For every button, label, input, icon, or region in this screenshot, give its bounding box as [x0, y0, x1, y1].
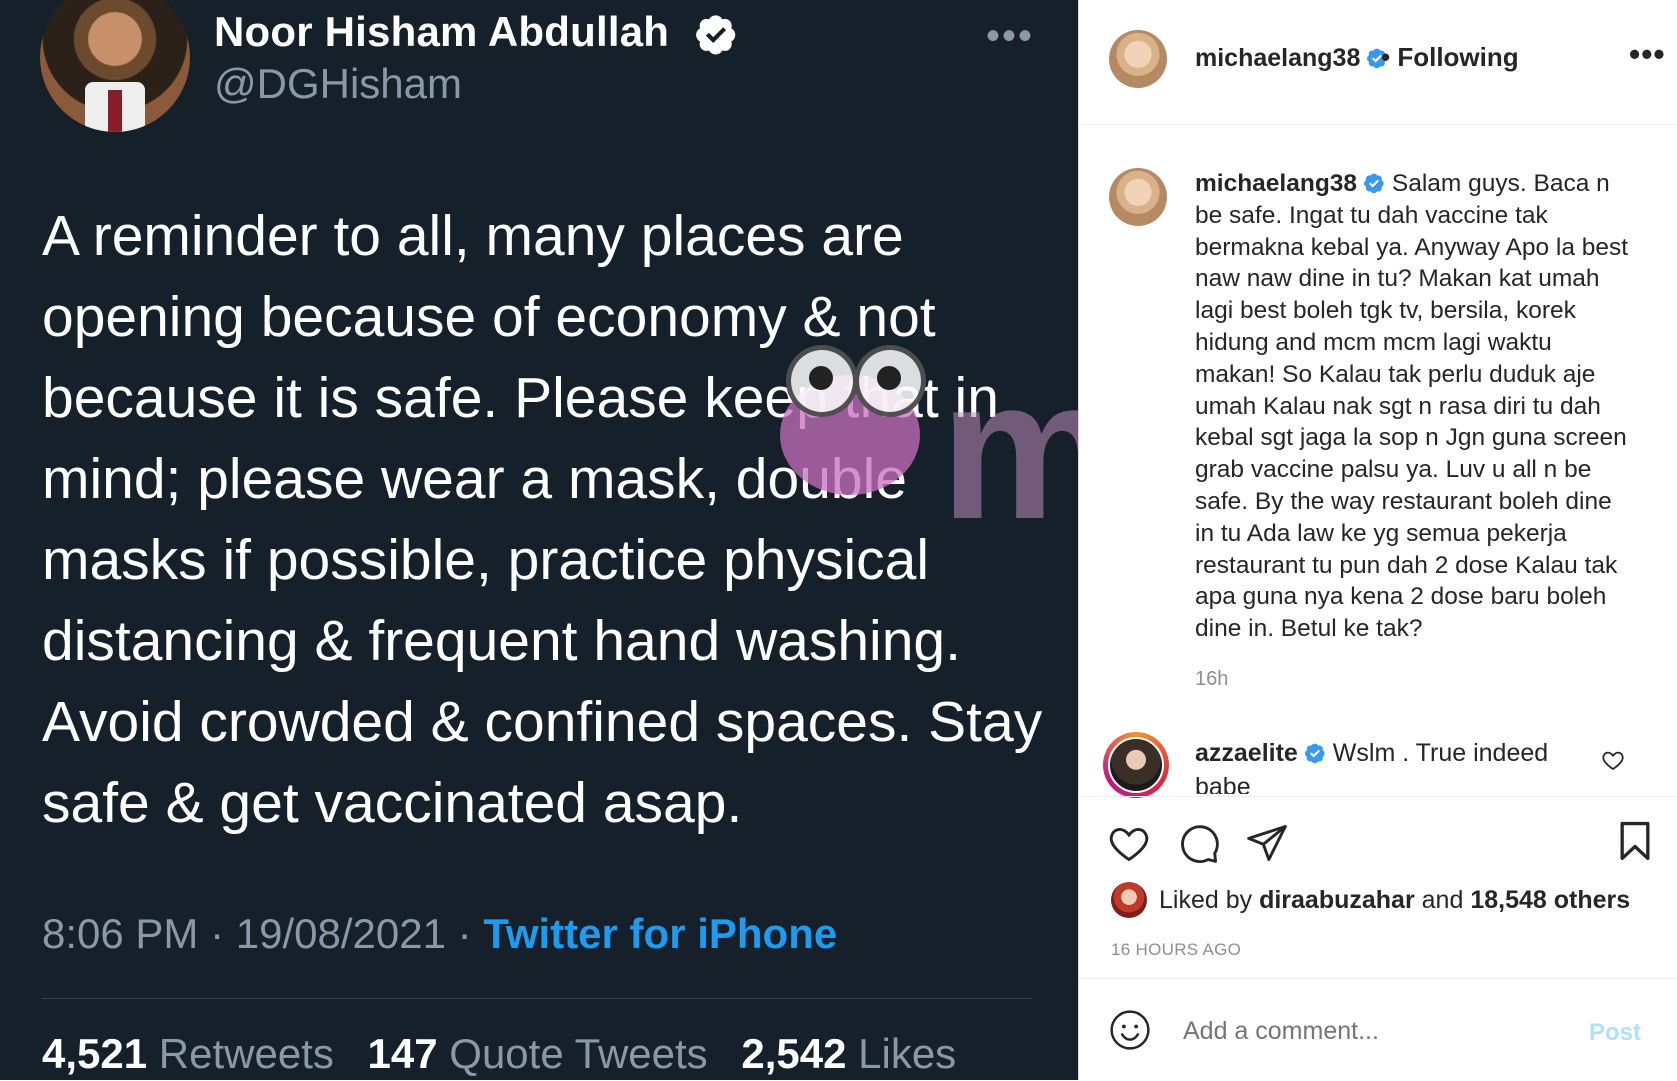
comment-item: azzaelite Wslm . True indeed babe [1195, 736, 1585, 794]
quote-tweets-stat[interactable]: 147 Quote Tweets [368, 1030, 708, 1077]
caption-text: Salam guys. Baca n be safe. Ingat tu dah… [1195, 170, 1629, 643]
caption-username[interactable]: michaelang38 [1195, 170, 1357, 197]
comment-like-heart-icon[interactable] [1601, 748, 1625, 772]
comment-input[interactable] [1183, 1017, 1563, 1046]
verified-badge-icon [1364, 173, 1384, 194]
post-comment-button[interactable]: Post [1589, 1019, 1641, 1047]
avatar[interactable] [1111, 882, 1147, 918]
likes-stat[interactable]: 2,542 Likes [741, 1030, 956, 1077]
liked-by-user[interactable]: diraabuzahar [1259, 886, 1415, 914]
divider [42, 998, 1032, 999]
verified-badge-icon [1304, 743, 1325, 764]
post-timestamp[interactable]: 16 HOURS AGO [1111, 940, 1241, 960]
emoji-smiley-icon[interactable] [1109, 1009, 1151, 1051]
instagram-post-panel: michaelang38 • Following ••• michaelang3… [1078, 0, 1677, 1080]
following-button[interactable]: • Following [1381, 42, 1519, 73]
comment-composer: Post [1079, 978, 1677, 1081]
tweet-author-avatar[interactable] [40, 0, 190, 132]
tweet-source-link[interactable]: Twitter for iPhone [483, 910, 837, 957]
liked-others-count[interactable]: 18,548 others [1470, 886, 1630, 914]
post-actions [1079, 796, 1677, 863]
tweet-author-handle[interactable]: @DGHisham [214, 60, 462, 108]
meta-separator: · [210, 910, 225, 957]
avatar[interactable] [1109, 168, 1167, 226]
comment-bubble-icon[interactable] [1177, 821, 1221, 865]
tweet-metadata: 8:06 PM · 19/08/2021 · Twitter for iPhon… [42, 910, 837, 958]
tweet-stats: 4,521 Retweets 147 Quote Tweets 2,542 Li… [42, 1030, 956, 1078]
post-username[interactable]: michaelang38 [1195, 44, 1388, 73]
tweet-panel: Noor Hisham Abdullah @DGHisham ••• A rem… [0, 0, 1078, 1080]
share-paper-plane-icon[interactable] [1245, 821, 1289, 865]
retweets-stat[interactable]: 4,521 Retweets [42, 1030, 334, 1077]
like-heart-icon[interactable] [1107, 821, 1151, 865]
post-caption: michaelang38 Salam guys. Baca n be safe.… [1195, 168, 1635, 645]
tweet-date[interactable]: 19/08/2021 [236, 910, 446, 957]
tweet-text: A reminder to all, many places are openi… [42, 204, 1043, 835]
post-header: michaelang38 • Following ••• [1079, 0, 1677, 125]
tweet-time[interactable]: 8:06 PM [42, 910, 198, 957]
avatar[interactable] [1103, 732, 1169, 798]
meta-separator: · [457, 910, 472, 957]
caption-timestamp: 16h [1195, 668, 1229, 690]
comment-username[interactable]: azzaelite [1195, 739, 1298, 767]
verified-badge-icon [696, 15, 736, 55]
save-bookmark-icon[interactable] [1613, 819, 1657, 863]
more-options-icon[interactable]: ••• [986, 14, 1034, 59]
likes-summary[interactable]: Liked by diraabuzahar and 18,548 others [1159, 886, 1630, 915]
avatar[interactable] [1109, 30, 1167, 88]
tweet-author-name[interactable]: Noor Hisham Abdullah [214, 8, 669, 56]
more-options-icon[interactable]: ••• [1629, 36, 1666, 73]
